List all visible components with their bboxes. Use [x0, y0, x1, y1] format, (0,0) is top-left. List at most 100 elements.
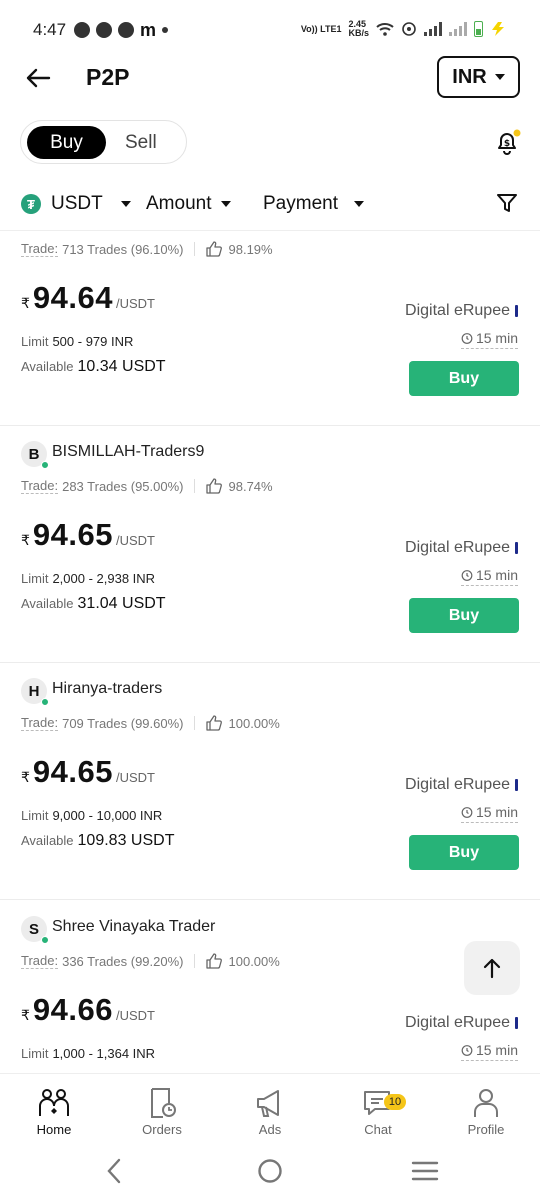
tab-buy[interactable]: Buy: [27, 126, 106, 159]
buy-button[interactable]: Buy: [409, 361, 519, 396]
merchant-name[interactable]: Shree Vinayaka Trader: [52, 918, 215, 936]
price-unit: /USDT: [116, 1008, 155, 1023]
signal-icon: [424, 22, 442, 36]
ad-card: B BISMILLAH-Traders9 Trade: 283 Trades (…: [0, 425, 540, 663]
nav-chat[interactable]: Chat 10: [338, 1086, 418, 1137]
trade-stats: Trade: 709 Trades (99.60%) 100.00%: [21, 714, 280, 732]
limit-row: Limit 1,000 - 1,364 INR: [21, 1046, 156, 1061]
buy-sell-toggle: Buy Sell: [20, 120, 187, 164]
payment-color-mark: [515, 779, 518, 791]
back-arrow-icon[interactable]: [24, 64, 52, 92]
ad-card: H Hiranya-traders Trade: 709 Trades (99.…: [0, 662, 540, 900]
wifi-icon: [376, 23, 394, 36]
limit-value: 500 - 979 INR: [52, 334, 134, 349]
online-dot-icon: [41, 936, 49, 944]
currency-selector[interactable]: INR: [437, 56, 520, 98]
payment-color-mark: [515, 305, 518, 317]
merchant-avatar: S: [21, 916, 49, 944]
time-limit: 15 min: [460, 1042, 518, 1061]
system-recents-icon[interactable]: [411, 1158, 439, 1184]
time-limit: 15 min: [460, 330, 518, 349]
system-back-icon[interactable]: [104, 1158, 124, 1184]
price: ₹ 94.65 /USDT: [21, 754, 155, 790]
limit-value: 2,000 - 2,938 INR: [52, 571, 156, 586]
filter-funnel-icon[interactable]: [496, 192, 518, 214]
limit-value: 9,000 - 10,000 INR: [52, 808, 163, 823]
price: ₹ 94.64 /USDT: [21, 280, 155, 316]
status-bar: 4:47 m Vo)) LTE1 2.45 KB/s: [0, 0, 540, 60]
trade-label: Trade:: [21, 478, 59, 494]
buy-button[interactable]: Buy: [409, 835, 519, 870]
trade-stats: Trade: 283 Trades (95.00%) 98.74%: [21, 477, 273, 495]
arrow-up-icon: [483, 958, 501, 979]
tether-icon: ₮: [21, 194, 41, 214]
price: ₹ 94.65 /USDT: [21, 517, 155, 553]
limit-row: Limit 2,000 - 2,938 INR: [21, 571, 156, 586]
merchant-avatar: B: [21, 441, 49, 469]
price-value: 94.64: [32, 280, 113, 315]
currency-symbol: ₹: [21, 532, 30, 548]
trade-count: 283 Trades (95.00%): [62, 478, 184, 494]
charging-icon: [492, 22, 504, 36]
price-value: 94.65: [32, 754, 113, 789]
amount-filter[interactable]: Amount: [146, 193, 232, 215]
stat-divider: [193, 242, 195, 256]
nav-home[interactable]: Home: [14, 1086, 94, 1137]
tab-sell[interactable]: Sell: [125, 132, 157, 154]
coin-label: USDT: [51, 193, 103, 214]
price-unit: /USDT: [116, 770, 155, 785]
chat-bubble-icon: [96, 22, 112, 38]
payment-filter[interactable]: Payment: [263, 193, 364, 215]
messenger-icon: [74, 22, 90, 38]
app-header: P2P INR: [0, 56, 540, 100]
page-title: P2P: [86, 64, 130, 90]
stat-divider: [193, 716, 195, 730]
trade-count: 336 Trades (99.20%): [62, 953, 184, 969]
buy-button[interactable]: Buy: [409, 598, 519, 633]
nav-orders[interactable]: Orders: [122, 1086, 202, 1137]
network-speed: 2.45 KB/s: [348, 19, 369, 38]
price-value: 94.66: [32, 992, 113, 1027]
status-time: 4:47: [33, 20, 67, 39]
chat-unread-badge: 10: [384, 1094, 406, 1110]
stat-divider: [193, 479, 195, 493]
thumbs-up-icon: [205, 478, 222, 494]
limit-row: Limit 500 - 979 INR: [21, 334, 134, 349]
rating: 98.74%: [228, 478, 273, 494]
time-limit: 15 min: [460, 804, 518, 823]
stat-divider: [193, 954, 195, 968]
bottom-navigation: Home Orders Ads Chat 10 Profile: [0, 1073, 540, 1143]
notification-bell-icon[interactable]: $: [493, 128, 521, 156]
system-home-icon[interactable]: [257, 1158, 283, 1184]
merchant-name[interactable]: BISMILLAH-Traders9: [52, 443, 204, 461]
payment-method: Digital eRupee: [405, 539, 518, 557]
ad-list: Trade: 713 Trades (96.10%) 98.19% ₹ 94.6…: [0, 231, 540, 1073]
available-row: Available 109.83 USDT: [21, 832, 175, 849]
hotspot-icon: [402, 22, 416, 36]
rating: 100.00%: [228, 715, 280, 731]
thumbs-up-icon: [205, 715, 222, 731]
timer-icon: [461, 1045, 473, 1056]
system-navigation-bar: [0, 1143, 540, 1200]
rating: 98.19%: [228, 241, 273, 257]
price-unit: /USDT: [116, 533, 155, 548]
signal-2-icon: [449, 22, 467, 36]
orders-clipboard-icon: [151, 1088, 176, 1118]
available-value: 10.34 USDT: [77, 358, 166, 375]
currency-label: INR: [452, 65, 487, 88]
nav-profile[interactable]: Profile: [446, 1086, 526, 1137]
rating: 100.00%: [228, 953, 280, 969]
coin-filter[interactable]: ₮ USDT: [21, 193, 131, 215]
payment-method: Digital eRupee: [405, 1014, 518, 1032]
nav-ads[interactable]: Ads: [230, 1086, 310, 1137]
online-dot-icon: [41, 461, 49, 469]
merchant-avatar: H: [21, 678, 49, 706]
megaphone-icon: [257, 1090, 279, 1117]
scroll-to-top-button[interactable]: [464, 941, 520, 995]
caret-down-icon: [353, 201, 364, 207]
filter-bar: ₮ USDT Amount Payment: [0, 190, 540, 220]
caret-down-icon: [120, 201, 131, 207]
online-dot-icon: [41, 231, 49, 232]
available-value: 109.83 USDT: [77, 832, 175, 849]
merchant-name[interactable]: Hiranya-traders: [52, 680, 162, 698]
